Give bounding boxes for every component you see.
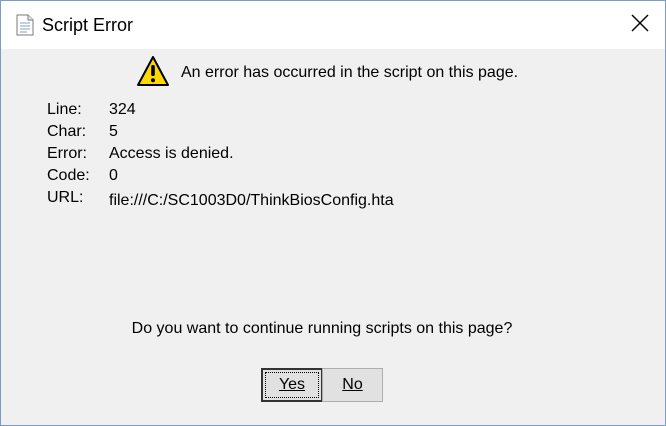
no-button[interactable]: No	[322, 368, 383, 402]
yes-button[interactable]: Yes	[261, 368, 323, 402]
url-value: file:///C:/SC1003D0/ThinkBiosConfig.hta	[109, 192, 394, 209]
char-value: 5	[109, 123, 118, 140]
close-icon	[631, 14, 649, 37]
code-label: Code:	[47, 167, 90, 184]
warning-icon	[136, 55, 170, 87]
error-headline: An error has occurred in the script on t…	[181, 64, 519, 81]
char-label: Char:	[47, 123, 87, 140]
error-label: Error:	[47, 145, 87, 162]
url-label: URL:	[47, 189, 84, 206]
line-value: 324	[109, 101, 136, 118]
close-button[interactable]	[617, 7, 663, 43]
dialog-title: Script Error	[42, 15, 134, 35]
document-icon	[15, 14, 35, 36]
code-value: 0	[109, 167, 118, 184]
error-value: Access is denied.	[109, 145, 234, 162]
script-error-dialog: Script Error An error has occurred in th…	[0, 0, 666, 426]
continue-prompt: Do you want to continue running scripts …	[131, 320, 513, 337]
title-bar[interactable]: Script Error	[1, 1, 665, 49]
line-label: Line:	[47, 101, 82, 118]
